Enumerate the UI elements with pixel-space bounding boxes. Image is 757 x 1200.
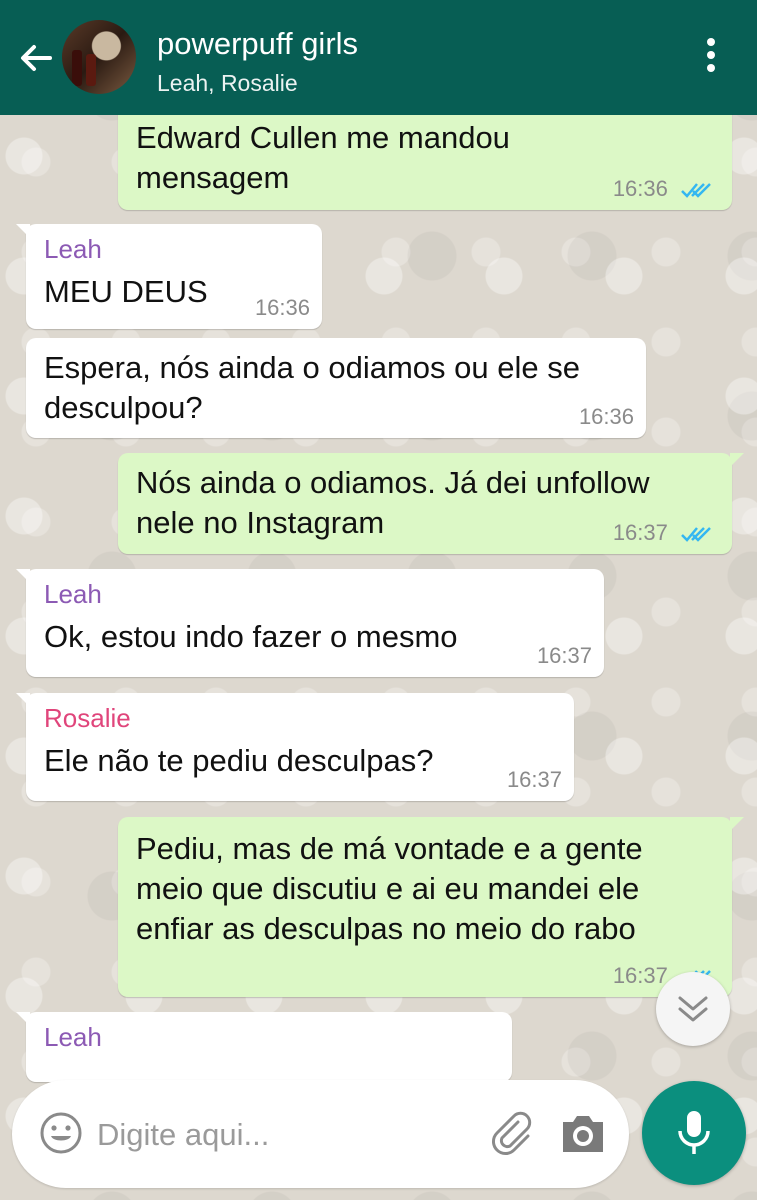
message-time: 16:37 bbox=[536, 643, 592, 668]
message-text: Ele não te pediu desculpas? bbox=[44, 743, 434, 778]
message-text: Espera, nós ainda o odiamos ou ele se de… bbox=[44, 350, 580, 425]
chevron-double-down-icon bbox=[678, 996, 708, 1022]
chat-title[interactable]: powerpuff girls bbox=[157, 26, 358, 62]
message-bubble-incoming[interactable]: Leah MEU DEUS 16:36 bbox=[16, 224, 322, 329]
message-time: 16:36 bbox=[578, 404, 634, 429]
message-bubble-incoming[interactable]: Espera, nós ainda o odiamos ou ele se de… bbox=[26, 338, 646, 438]
voice-record-button[interactable] bbox=[642, 1081, 746, 1185]
message-time: 16:37 bbox=[612, 520, 668, 545]
mic-icon bbox=[678, 1111, 710, 1154]
message-composer: Digite aqui... bbox=[12, 1080, 629, 1188]
paperclip-icon[interactable] bbox=[488, 1110, 534, 1156]
read-ticks-icon bbox=[681, 527, 711, 543]
sender-name: Leah bbox=[44, 1022, 102, 1052]
message-bubble-outgoing[interactable]: Pediu, mas de má vontade e a gente meio … bbox=[118, 817, 744, 997]
message-time: 16:36 bbox=[612, 176, 668, 201]
group-avatar[interactable] bbox=[62, 20, 136, 94]
message-text: Ok, estou indo fazer o mesmo bbox=[44, 619, 458, 654]
scroll-to-bottom-button[interactable] bbox=[656, 972, 730, 1046]
sender-name: Rosalie bbox=[44, 703, 131, 733]
message-time: 16:37 bbox=[506, 767, 562, 792]
emoji-icon[interactable] bbox=[40, 1112, 82, 1154]
message-bubble-outgoing[interactable]: Edward Cullen me mandou mensagem 16:36 bbox=[118, 100, 732, 210]
message-text: Pediu, mas de má vontade e a gente meio … bbox=[136, 831, 643, 946]
message-meta: 16:36 bbox=[613, 176, 712, 202]
message-bubble-incoming[interactable]: Rosalie Ele não te pediu desculpas? 16:3… bbox=[16, 693, 574, 801]
sender-name: Leah bbox=[44, 579, 102, 609]
read-ticks-icon bbox=[681, 183, 711, 199]
chat-participants[interactable]: Leah, Rosalie bbox=[157, 70, 298, 97]
back-arrow-icon[interactable] bbox=[16, 38, 56, 78]
message-input[interactable]: Digite aqui... bbox=[97, 1117, 269, 1153]
message-meta: 16:37 bbox=[613, 520, 712, 546]
camera-icon[interactable] bbox=[560, 1112, 606, 1154]
message-text: Edward Cullen me mandou mensagem bbox=[136, 120, 510, 195]
chat-header: powerpuff girls Leah, Rosalie bbox=[0, 0, 757, 115]
message-bubble-outgoing[interactable]: Nós ainda o odiamos. Já dei unfollow nel… bbox=[118, 453, 744, 554]
sender-name: Leah bbox=[44, 234, 102, 264]
menu-dots-icon[interactable] bbox=[700, 38, 722, 78]
message-bubble-incoming[interactable]: Leah bbox=[16, 1012, 512, 1082]
message-time: 16:36 bbox=[254, 295, 310, 320]
message-bubble-incoming[interactable]: Leah Ok, estou indo fazer o mesmo 16:37 bbox=[16, 569, 604, 677]
